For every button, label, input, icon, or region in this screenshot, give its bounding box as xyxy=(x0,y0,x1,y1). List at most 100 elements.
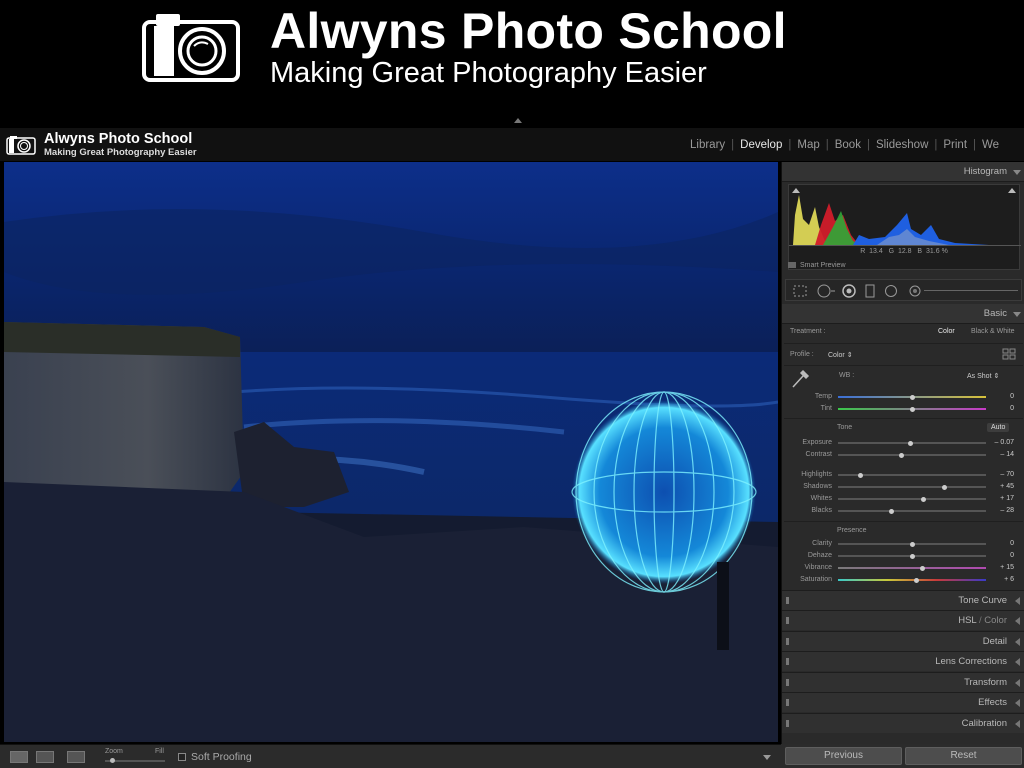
treatment-bw-option[interactable]: Black & White xyxy=(971,328,1015,335)
vibrance-value[interactable]: + 15 xyxy=(986,564,1014,571)
tint-value[interactable]: 0 xyxy=(986,405,1014,412)
module-slideshow[interactable]: Slideshow xyxy=(876,139,928,151)
loupe-view-icon[interactable] xyxy=(10,751,28,763)
histogram-header[interactable]: Histogram xyxy=(782,162,1024,182)
module-web[interactable]: We xyxy=(982,139,999,151)
soft-proofing-checkbox[interactable] xyxy=(178,753,186,761)
whites-slider-thumb[interactable] xyxy=(921,496,927,502)
lens-corrections-section[interactable]: Lens Corrections xyxy=(782,651,1024,671)
smart-preview-status[interactable]: Smart Preview xyxy=(788,262,846,269)
before-after-swap-icon[interactable] xyxy=(67,751,85,763)
temp-slider-thumb[interactable] xyxy=(909,394,915,400)
histogram[interactable] xyxy=(788,184,1021,270)
blacks-slider-thumb[interactable] xyxy=(888,508,894,514)
color-tab[interactable]: Color xyxy=(984,615,1007,626)
tool-slider-track[interactable] xyxy=(924,290,1018,291)
spot-removal-tool-icon[interactable] xyxy=(816,284,836,298)
shadows-slider-thumb[interactable] xyxy=(942,484,948,490)
toolbar-options-dropdown-icon[interactable] xyxy=(763,755,771,760)
expand-icon[interactable] xyxy=(1015,638,1020,646)
module-develop[interactable]: Develop xyxy=(740,139,782,151)
calibration-section[interactable]: Calibration xyxy=(782,713,1024,733)
detail-section[interactable]: Detail xyxy=(782,631,1024,651)
effects-section[interactable]: Effects xyxy=(782,692,1024,712)
expand-icon[interactable] xyxy=(1015,720,1020,728)
expand-icon[interactable] xyxy=(1015,699,1020,707)
expand-icon[interactable] xyxy=(1015,617,1020,625)
adjustment-brush-tool-icon[interactable] xyxy=(908,284,922,298)
exposure-slider-thumb[interactable] xyxy=(908,440,914,446)
dehaze-slider-thumb[interactable] xyxy=(909,553,915,559)
whites-slider-track[interactable] xyxy=(838,498,986,500)
saturation-slider-thumb[interactable] xyxy=(913,577,919,583)
whites-value[interactable]: + 17 xyxy=(986,495,1014,502)
collapse-top-panel-icon[interactable] xyxy=(514,118,522,123)
blacks-label: Blacks xyxy=(811,507,832,514)
panel-switch-icon[interactable] xyxy=(786,658,789,665)
module-separator: | xyxy=(788,139,792,151)
reset-button[interactable]: Reset xyxy=(905,747,1022,765)
tone-curve-section[interactable]: Tone Curve xyxy=(782,590,1024,610)
profile-browser-grid-icon[interactable] xyxy=(1002,348,1016,360)
module-print[interactable]: Print xyxy=(943,139,967,151)
highlight-clipping-icon[interactable] xyxy=(1008,188,1016,193)
zoom-fill-label: Fill xyxy=(155,748,164,755)
hsl-tab[interactable]: HSL xyxy=(958,615,976,626)
dehaze-value[interactable]: 0 xyxy=(986,552,1014,559)
saturation-slider-track[interactable] xyxy=(838,579,986,581)
radial-filter-tool-icon[interactable] xyxy=(884,284,898,298)
panel-switch-icon[interactable] xyxy=(786,679,789,686)
vibrance-slider-track[interactable] xyxy=(838,567,986,569)
panel-switch-icon[interactable] xyxy=(786,617,789,624)
expand-icon[interactable] xyxy=(1015,679,1020,687)
zoom-slider-thumb[interactable] xyxy=(110,758,115,763)
expand-icon[interactable] xyxy=(1015,597,1020,605)
graduated-filter-tool-icon[interactable] xyxy=(864,284,876,298)
module-map[interactable]: Map xyxy=(797,139,819,151)
eyedropper-icon[interactable] xyxy=(790,368,810,390)
profile-select[interactable]: Color ⇕ xyxy=(828,351,853,359)
highlights-value[interactable]: – 70 xyxy=(986,471,1014,478)
panel-switch-icon[interactable] xyxy=(786,638,789,645)
hsl-section[interactable]: HSL / Color xyxy=(782,610,1024,630)
vibrance-slider-thumb[interactable] xyxy=(919,565,925,571)
red-eye-tool-icon[interactable] xyxy=(842,284,856,298)
transform-section[interactable]: Transform xyxy=(782,672,1024,692)
expand-icon[interactable] xyxy=(1015,658,1020,666)
blacks-value[interactable]: – 28 xyxy=(986,507,1014,514)
crop-tool-icon[interactable] xyxy=(792,284,808,298)
module-book[interactable]: Book xyxy=(835,139,861,151)
collapse-icon[interactable] xyxy=(1013,312,1021,317)
wb-select[interactable]: As Shot ⇕ xyxy=(967,372,999,380)
highlights-slider-thumb[interactable] xyxy=(857,472,863,478)
panel-switch-icon[interactable] xyxy=(786,699,789,706)
photo-canvas[interactable] xyxy=(4,162,778,742)
module-library[interactable]: Library xyxy=(690,139,725,151)
previous-button[interactable]: Previous xyxy=(785,747,902,765)
tint-slider-thumb[interactable] xyxy=(909,406,915,412)
shadows-slider-track[interactable] xyxy=(838,486,986,488)
auto-tone-button[interactable]: Auto xyxy=(987,423,1010,432)
before-after-icon[interactable] xyxy=(36,751,54,763)
clarity-slider-thumb[interactable] xyxy=(909,541,915,547)
treatment-color-option[interactable]: Color xyxy=(938,328,955,335)
panel-switch-icon[interactable] xyxy=(786,720,789,727)
saturation-value[interactable]: + 6 xyxy=(986,576,1014,583)
blacks-slider-track[interactable] xyxy=(838,510,986,512)
exposure-value[interactable]: – 0.07 xyxy=(986,439,1014,446)
basic-header[interactable]: Basic xyxy=(782,304,1024,324)
temp-value[interactable]: 0 xyxy=(986,393,1014,400)
contrast-slider-thumb[interactable] xyxy=(899,452,905,458)
soft-proofing-label: Soft Proofing xyxy=(191,751,252,763)
shadows-value[interactable]: + 45 xyxy=(986,483,1014,490)
identity-plate-bar: Alwyns Photo School Making Great Photogr… xyxy=(0,128,1024,161)
collapse-icon[interactable] xyxy=(1013,170,1021,175)
wb-label: WB : xyxy=(839,372,855,379)
contrast-value[interactable]: – 14 xyxy=(986,451,1014,458)
shadow-clipping-icon[interactable] xyxy=(792,188,800,193)
panel-switch-icon[interactable] xyxy=(786,597,789,604)
contrast-slider-track[interactable] xyxy=(838,454,986,456)
banner-title: Alwyns Photo School xyxy=(270,3,787,59)
divider xyxy=(784,521,1023,522)
clarity-value[interactable]: 0 xyxy=(986,540,1014,547)
